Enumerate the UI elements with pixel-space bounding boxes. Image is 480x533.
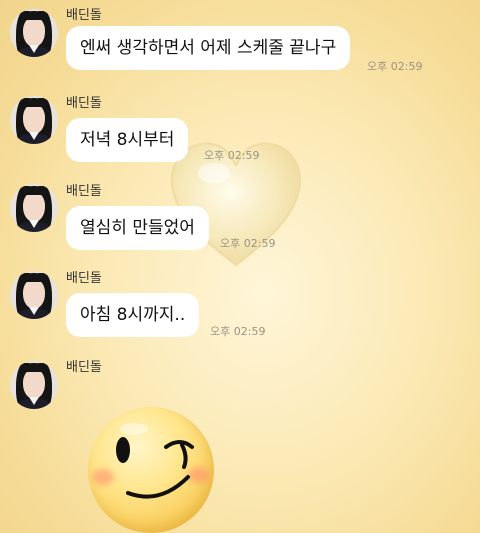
avatar[interactable] <box>10 9 58 57</box>
sender-name: 배딘돌 <box>66 184 102 199</box>
message-time: 오후 02:59 <box>204 149 260 162</box>
avatar[interactable] <box>10 96 58 144</box>
wink-face-emoticon[interactable] <box>88 407 214 533</box>
wink-smile-strokes <box>120 423 194 499</box>
message-bubble[interactable]: 저녁 8시부터 <box>66 118 189 162</box>
message-time: 오후 02:59 <box>210 325 266 338</box>
chat-room: 배딘돌 엔써 생각하면서 어제 스케줄 끝나구 오후 02:59 배딘돌 저녁 … <box>0 0 480 533</box>
message-bubble[interactable]: 아침 8시까지.. <box>66 293 200 337</box>
message-time: 오후 02:59 <box>220 237 276 250</box>
avatar[interactable] <box>10 361 58 409</box>
message-bubble[interactable]: 엔써 생각하면서 어제 스케줄 끝나구 <box>66 26 351 70</box>
avatar[interactable] <box>10 184 58 232</box>
sender-name: 배딘돌 <box>66 271 102 286</box>
message-time: 오후 02:59 <box>367 60 423 73</box>
message-bubble[interactable]: 열심히 만들었어 <box>66 206 209 250</box>
sender-name: 배딘돌 <box>66 360 102 375</box>
sender-name: 배딘돌 <box>66 8 102 23</box>
avatar[interactable] <box>10 271 58 319</box>
sender-name: 배딘돌 <box>66 96 102 111</box>
